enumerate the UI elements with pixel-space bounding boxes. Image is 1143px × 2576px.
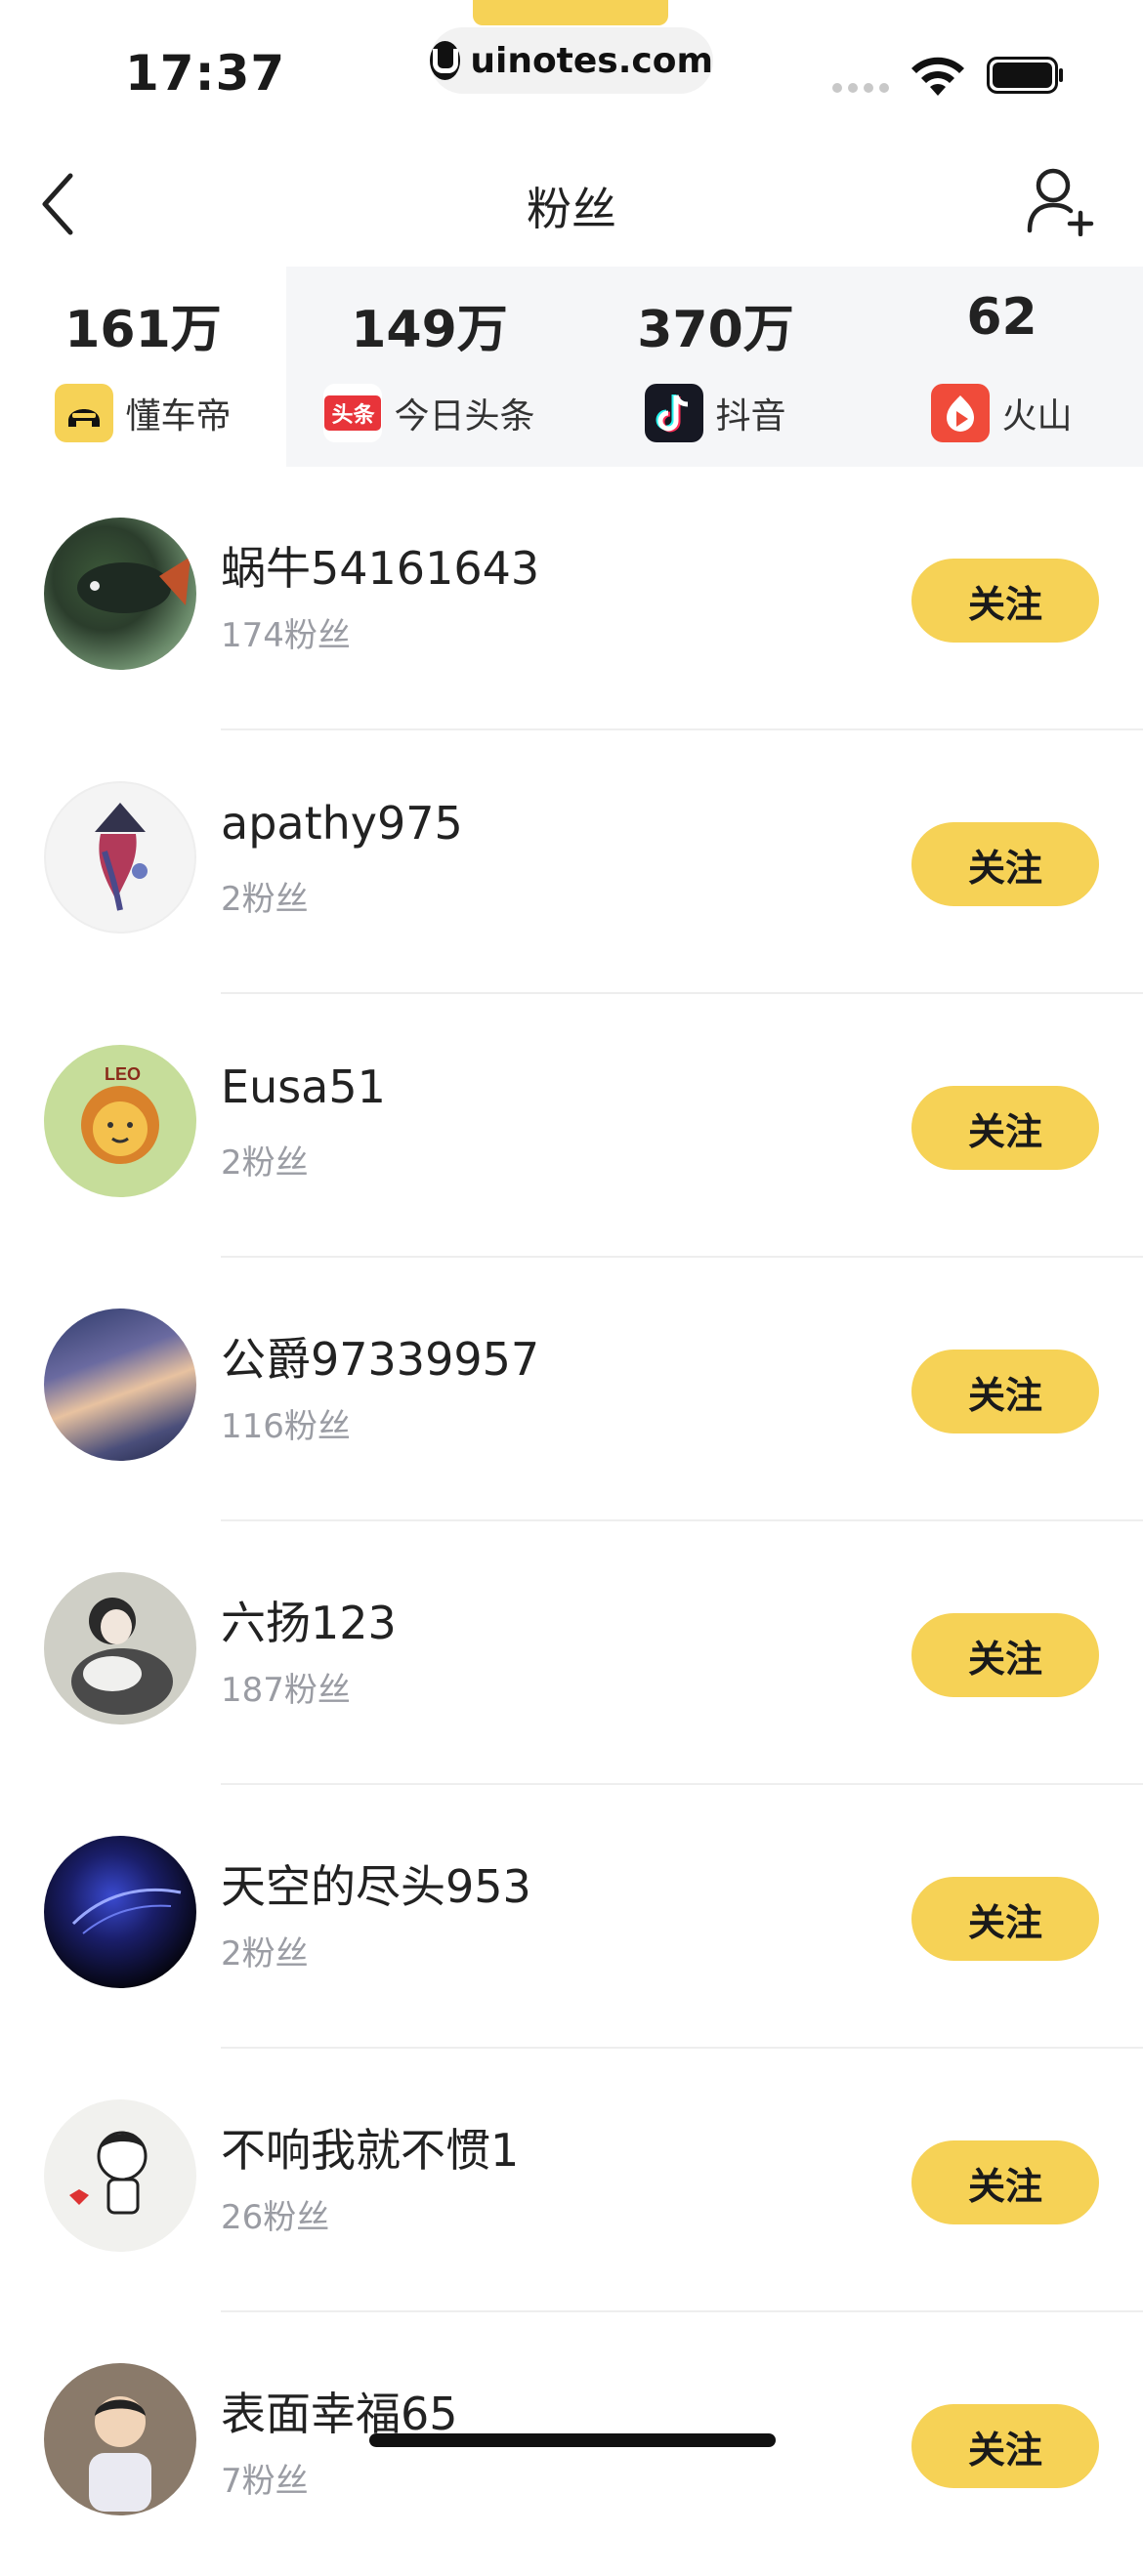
fan-count: 2粉丝 xyxy=(221,1143,309,1183)
fan-name[interactable]: 不响我就不惯1 xyxy=(221,2115,519,2180)
add-user-icon[interactable] xyxy=(1026,166,1094,236)
home-indicator[interactable] xyxy=(369,2433,776,2447)
fan-name[interactable]: Eusa51 xyxy=(221,1060,386,1113)
battery-icon xyxy=(987,57,1063,94)
avatar[interactable] xyxy=(44,1836,196,1988)
status-bar: 17:37 uinotes.com xyxy=(0,0,1143,137)
avatar[interactable] xyxy=(44,781,196,934)
stat-value: 370万 xyxy=(637,301,794,359)
stat-huoshan[interactable]: 62 火山 xyxy=(859,267,1143,467)
stat-label: 今日头条 xyxy=(394,396,535,436)
follow-button[interactable]: 关注 xyxy=(911,2140,1099,2224)
fan-name[interactable]: 公爵97339957 xyxy=(221,1324,539,1389)
toutiao-icon: 头条 xyxy=(323,384,383,442)
fan-name[interactable]: 蜗牛54161643 xyxy=(221,533,539,598)
fan-count: 2粉丝 xyxy=(221,1934,309,1974)
platform-stats: 161万 懂车帝 149万 头条 今日头条 370万 抖音 62 火山 xyxy=(0,267,1143,467)
fan-name[interactable]: 六扬123 xyxy=(221,1588,397,1652)
stat-value: 149万 xyxy=(351,301,508,359)
avatar[interactable] xyxy=(44,1309,196,1461)
fan-name[interactable]: 天空的尽头953 xyxy=(221,1851,531,1916)
list-item[interactable]: apathy975 2粉丝 关注 xyxy=(0,730,1143,994)
list-item[interactable]: 蜗牛54161643 174粉丝 关注 xyxy=(0,467,1143,730)
follow-button[interactable]: 关注 xyxy=(911,822,1099,906)
dongchedi-icon xyxy=(55,384,114,442)
list-item[interactable]: 不响我就不惯1 26粉丝 关注 xyxy=(0,2049,1143,2312)
stat-douyin[interactable]: 370万 抖音 xyxy=(572,267,859,467)
stat-toutiao[interactable]: 149万 头条 今日头条 xyxy=(286,267,572,467)
fan-count: 2粉丝 xyxy=(221,880,309,919)
list-item[interactable]: 六扬123 187粉丝 关注 xyxy=(0,1521,1143,1785)
fan-count: 187粉丝 xyxy=(221,1671,351,1710)
follow-button[interactable]: 关注 xyxy=(911,1086,1099,1170)
stat-label: 火山 xyxy=(1001,396,1073,436)
url-text: uinotes.com xyxy=(470,40,713,81)
app-tab-indicator xyxy=(473,0,668,25)
list-item[interactable]: 天空的尽头953 2粉丝 关注 xyxy=(0,1785,1143,2049)
follow-button[interactable]: 关注 xyxy=(911,1613,1099,1697)
stat-value: 161万 xyxy=(64,301,222,359)
fan-name[interactable]: apathy975 xyxy=(221,797,463,850)
stat-label: 抖音 xyxy=(715,396,786,436)
douyin-icon xyxy=(645,384,704,442)
follow-button[interactable]: 关注 xyxy=(911,1877,1099,1961)
avatar[interactable]: LEO xyxy=(44,1045,196,1197)
follow-button[interactable]: 关注 xyxy=(911,559,1099,643)
list-item[interactable]: LEO Eusa51 2粉丝 关注 xyxy=(0,994,1143,1258)
stat-label: 懂车帝 xyxy=(125,396,232,436)
follow-button[interactable]: 关注 xyxy=(911,2404,1099,2488)
cellular-signal-icon xyxy=(832,83,889,93)
fan-count: 116粉丝 xyxy=(221,1407,351,1446)
follow-button[interactable]: 关注 xyxy=(911,1350,1099,1433)
fans-list: 蜗牛54161643 174粉丝 关注 apathy975 2粉丝 关注 LEO… xyxy=(0,467,1143,2576)
status-time: 17:37 xyxy=(125,45,286,102)
nav-bar: 粉丝 xyxy=(0,137,1143,264)
avatar[interactable] xyxy=(44,2363,196,2515)
list-item[interactable]: 公爵97339957 116粉丝 关注 xyxy=(0,1258,1143,1521)
stat-dongchedi[interactable]: 161万 懂车帝 xyxy=(0,267,286,467)
svg-text:LEO: LEO xyxy=(105,1064,141,1084)
uinotes-logo-icon xyxy=(430,41,461,80)
fan-count: 7粉丝 xyxy=(221,2462,309,2501)
avatar[interactable] xyxy=(44,1572,196,1724)
wifi-icon xyxy=(911,57,964,96)
avatar[interactable] xyxy=(44,2099,196,2252)
avatar[interactable] xyxy=(44,518,196,670)
url-pill[interactable]: uinotes.com xyxy=(430,27,713,94)
fan-count: 174粉丝 xyxy=(221,616,351,655)
fan-count: 26粉丝 xyxy=(221,2198,330,2237)
stat-value: 62 xyxy=(966,288,1037,347)
huoshan-icon xyxy=(931,384,991,442)
page-title: 粉丝 xyxy=(527,183,616,235)
